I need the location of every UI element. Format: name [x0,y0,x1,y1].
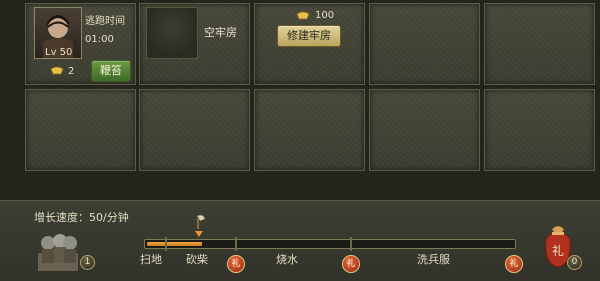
escape-time-value: 01:00 [85,34,114,45]
gift-coin-icon[interactable]: 礼 [505,255,523,273]
progress-tick [350,237,352,251]
empty-cell-label: 空牢房 [204,26,237,39]
build-cell-button[interactable]: 修建牢房 [277,25,341,47]
growth-panel: 增长速度：50/分钟 1 扫地 砍柴 烧水 洗兵服 礼 礼 礼 礼 0 [0,200,600,281]
progress-tick [235,237,237,251]
stage-chop-wood: 砍柴 [186,253,208,266]
cell-prisoner[interactable]: Lv 50 逃跑时间 01:00 2 鞭笞 [25,3,136,85]
escape-time-label: 逃跑时间 [85,16,125,27]
gift-coin-icon[interactable]: 礼 [342,255,360,273]
progress-tick [165,237,167,251]
gold-ingot-icon [50,66,64,75]
stage-sweep: 扫地 [140,253,162,266]
gold-ingot-icon [296,11,310,20]
cell-empty[interactable]: 空牢房 [139,3,250,85]
gift-count-badge: 0 [567,255,582,270]
growth-speed: 增长速度：50/分钟 [34,211,129,224]
stage-wash-uniforms: 洗兵服 [417,253,450,266]
gift-coin-icon[interactable]: 礼 [227,255,245,273]
cell-locked [369,89,480,171]
stage-boil-water: 烧水 [276,253,298,266]
progress-marker-icon [195,231,203,237]
growth-progress-bar [144,237,516,251]
gift-bag-glyph: 礼 [552,243,564,258]
cell-build[interactable]: 100 修建牢房 [254,3,365,85]
cell-locked [484,89,595,171]
cell-locked [484,3,595,85]
cell-locked [369,3,480,85]
soldiers-count-badge: 1 [80,255,95,270]
soldiers-icon[interactable] [36,225,80,273]
prison-grid: Lv 50 逃跑时间 01:00 2 鞭笞 空牢房 100 修建牢房 [0,0,600,200]
cell-locked [254,89,365,171]
growth-progress-fill [147,242,202,246]
whip-cost: 2 [68,66,75,77]
empty-cell-thumbnail [146,7,198,59]
whip-button[interactable]: 鞭笞 [91,60,131,82]
cell-locked [25,89,136,171]
build-cost: 100 [315,10,335,21]
prisoner-portrait[interactable]: Lv 50 [34,7,82,59]
prisoner-level: Lv 50 [45,47,73,58]
cell-locked [139,89,250,171]
